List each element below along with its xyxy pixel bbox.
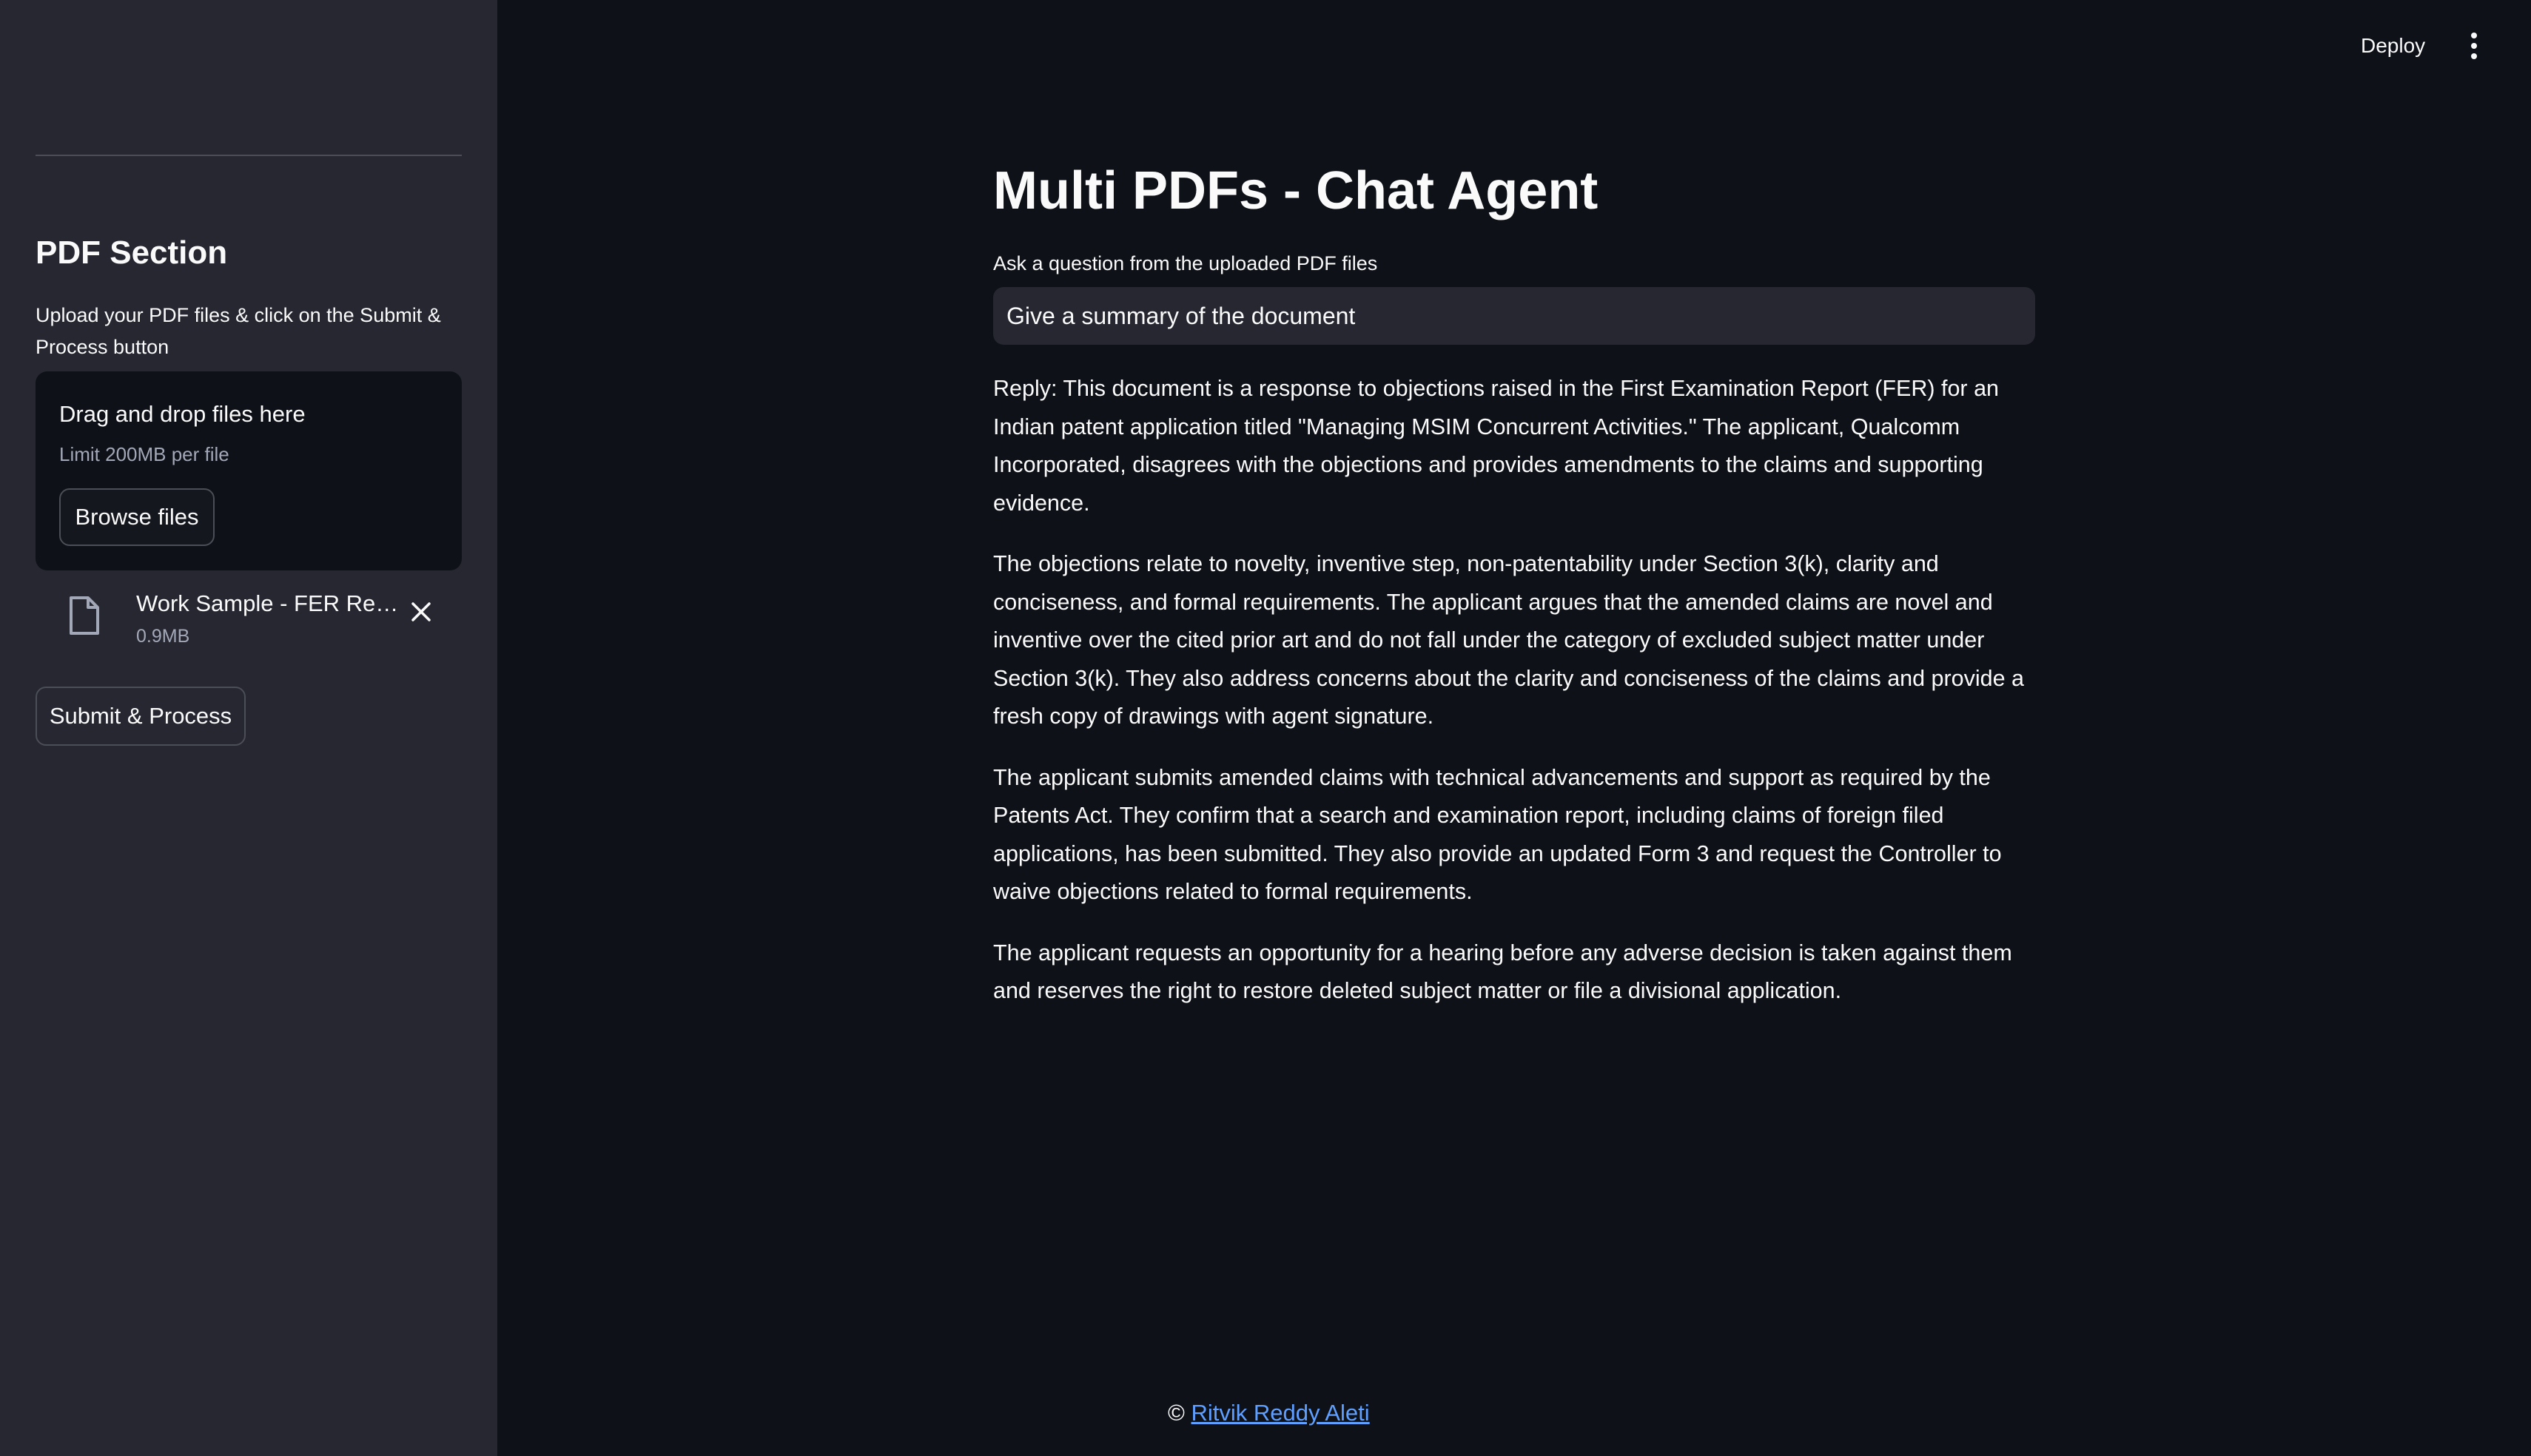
reply-paragraph: The objections relate to novelty, invent… xyxy=(993,551,2025,729)
sidebar-title: PDF Section xyxy=(36,235,228,271)
dropzone-limit: Limit 200MB per file xyxy=(59,443,229,465)
reply-text: Reply: This document is a response to ob… xyxy=(993,370,2037,1034)
sidebar-description: Upload your PDF files & click on the Sub… xyxy=(36,304,441,358)
close-icon[interactable] xyxy=(410,601,432,627)
submit-process-button[interactable]: Submit & Process xyxy=(36,687,246,746)
footer-content: © Ritvik Reddy Aleti xyxy=(1168,1397,1370,1429)
reply-paragraph: The applicant submits amended claims wit… xyxy=(993,764,2002,905)
reply-paragraph: The applicant requests an opportunity fo… xyxy=(993,940,2012,1004)
file-name: Work Sample - FER Response.pdf xyxy=(136,590,403,616)
dropzone-text: Drag and drop files here xyxy=(59,401,306,427)
uploaded-file-item: Work Sample - FER Response.pdf 0.9MB xyxy=(36,584,462,658)
file-size: 0.9MB xyxy=(136,626,190,647)
question-label: Ask a question from the uploaded PDF fil… xyxy=(993,252,1378,274)
deploy-button[interactable]: Deploy xyxy=(2361,30,2425,62)
sidebar: PDF Section Upload your PDF files & clic… xyxy=(0,0,497,1456)
browse-files-button[interactable]: Browse files xyxy=(59,488,215,546)
author-link[interactable]: Ritvik Reddy Aleti xyxy=(1191,1400,1369,1426)
page-title: Multi PDFs - Chat Agent xyxy=(993,161,1599,220)
reply-paragraph: Reply: This document is a response to ob… xyxy=(993,376,1999,516)
copyright-symbol: © xyxy=(1168,1400,1185,1426)
question-input[interactable] xyxy=(993,287,2035,345)
file-dropzone[interactable]: Drag and drop files here Limit 200MB per… xyxy=(36,371,462,570)
sidebar-divider xyxy=(36,155,462,156)
app-root: PDF Section Upload your PDF files & clic… xyxy=(0,0,2531,1456)
vertical-ellipsis-icon[interactable] xyxy=(2463,31,2485,64)
file-icon xyxy=(68,596,101,639)
